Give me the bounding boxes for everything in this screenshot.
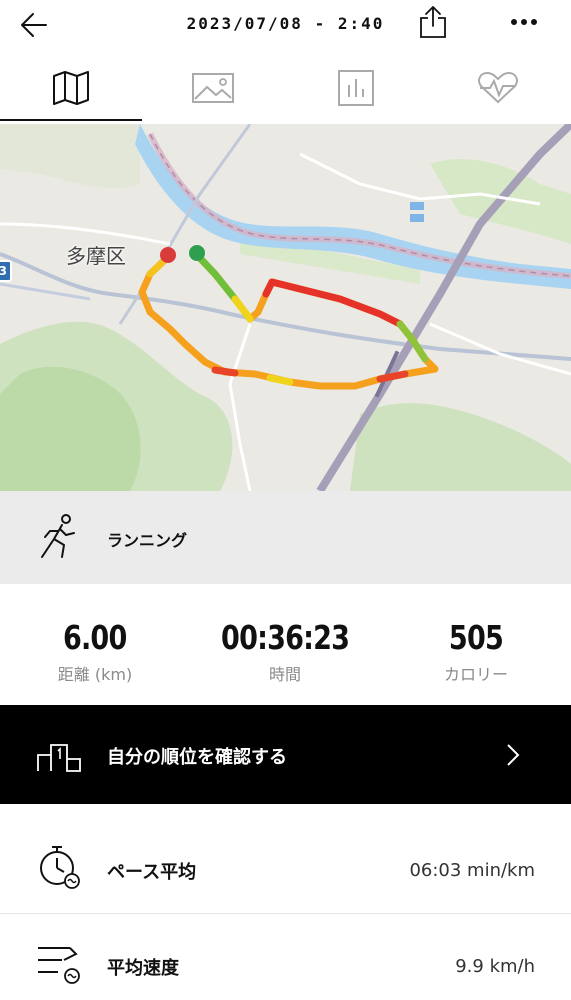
more-icon	[511, 19, 537, 25]
average-speed-value: 9.9 km/h	[455, 956, 535, 977]
chevron-right-icon	[507, 744, 520, 766]
route-end-marker	[160, 247, 176, 263]
route-number-badge: 3	[0, 260, 12, 282]
time-label: 時間	[268, 665, 301, 684]
tab-map[interactable]	[0, 52, 142, 124]
heart-rate-icon	[478, 71, 518, 104]
pace-average-label: ペース平均	[107, 862, 197, 883]
image-icon	[192, 73, 234, 103]
more-options-button[interactable]	[508, 10, 540, 34]
pace-average-row[interactable]: ペース平均 06:03 min/km	[0, 805, 571, 915]
top-bar: 2023/07/08 - 2:40	[0, 0, 571, 50]
calories-value: 505	[448, 618, 504, 657]
calories-stat: 505 カロリー	[381, 618, 571, 685]
calories-label: カロリー	[443, 665, 508, 684]
summary-stats: 6.00 距離 (km) 00:36:23 時間 505 カロリー	[0, 584, 571, 704]
tab-photos[interactable]	[142, 52, 284, 124]
activity-type-label: ランニング	[107, 531, 188, 550]
pace-average-value: 06:03 min/km	[409, 860, 535, 881]
share-button[interactable]	[418, 4, 448, 40]
activity-type-row: ランニング	[0, 491, 571, 584]
bar-chart-icon	[338, 70, 374, 106]
check-ranking-label: 自分の順位を確認する	[107, 747, 287, 768]
tab-charts[interactable]	[285, 52, 427, 124]
share-icon	[420, 6, 446, 38]
average-speed-row[interactable]: 平均速度 9.9 km/h	[0, 914, 571, 1000]
route-start-marker	[189, 245, 205, 261]
distance-stat: 6.00 距離 (km)	[0, 618, 190, 685]
page-title: 2023/07/08 - 2:40	[186, 14, 385, 33]
distance-label: 距離 (km)	[57, 665, 133, 684]
active-tab-indicator	[0, 119, 142, 121]
podium-icon	[37, 744, 81, 772]
check-ranking-button[interactable]: 自分の順位を確認する	[0, 705, 571, 804]
view-tabs	[0, 52, 571, 124]
stopwatch-icon	[40, 846, 80, 889]
map-place-label: 多摩区	[66, 244, 126, 268]
map-canvas	[0, 124, 571, 491]
running-icon	[41, 514, 75, 558]
speed-icon	[38, 947, 80, 984]
map-icon	[53, 71, 89, 105]
average-speed-label: 平均速度	[107, 958, 179, 979]
distance-value: 6.00	[63, 618, 127, 657]
tab-heart-rate[interactable]	[427, 52, 569, 124]
time-stat: 00:36:23 時間	[190, 618, 380, 685]
time-value: 00:36:23	[220, 618, 350, 657]
route-map[interactable]: 多摩区 3	[0, 124, 571, 491]
